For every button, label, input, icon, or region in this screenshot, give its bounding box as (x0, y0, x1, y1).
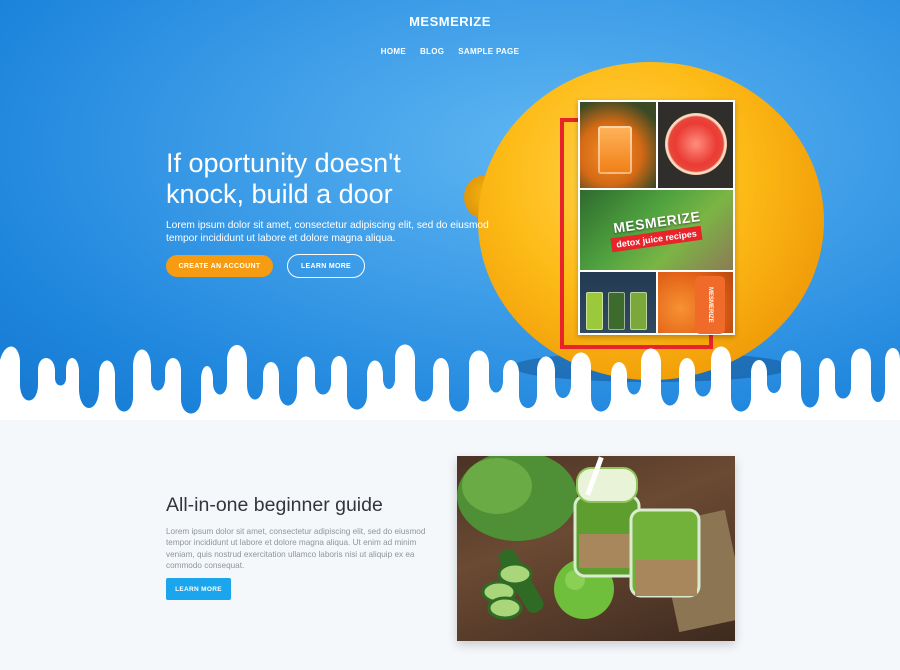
guide-learn-more-button[interactable]: LEARN MORE (166, 578, 231, 600)
book-cover-image: MESMERIZE detox juice recipes MESMERIZE (578, 100, 735, 335)
nav-sample-page[interactable]: SAMPLE PAGE (458, 47, 519, 56)
oranges-photo: MESMERIZE (657, 272, 733, 334)
main-nav: HOME BLOG SAMPLE PAGE (0, 47, 900, 56)
hero-section: MESMERIZE detox juice recipes MESMERIZE … (0, 0, 900, 420)
juice-cups-photo (580, 272, 656, 333)
guide-text: Lorem ipsum dolor sit amet, consectetur … (166, 527, 426, 571)
guide-title: All-in-one beginner guide (166, 494, 383, 516)
create-account-button[interactable]: CREATE AN ACCOUNT (166, 255, 273, 277)
grapefruit-photo (657, 102, 733, 188)
greens-photo: MESMERIZE detox juice recipes (580, 190, 733, 270)
milk-drip-divider (0, 344, 900, 420)
site-logo[interactable]: MESMERIZE (0, 14, 900, 29)
bottle-label: MESMERIZE (695, 276, 725, 334)
smoothie-illustration (457, 456, 735, 633)
hero-learn-more-button[interactable]: LEARN MORE (287, 254, 365, 278)
hero-title: If oportunity doesn't knock, build a doo… (166, 148, 401, 209)
nav-home[interactable]: HOME (381, 47, 406, 56)
hero-text: Lorem ipsum dolor sit amet, consectetur … (166, 220, 489, 244)
carrot-juice-photo (580, 102, 656, 188)
nav-blog[interactable]: BLOG (420, 47, 444, 56)
green-smoothie-photo (457, 456, 735, 641)
